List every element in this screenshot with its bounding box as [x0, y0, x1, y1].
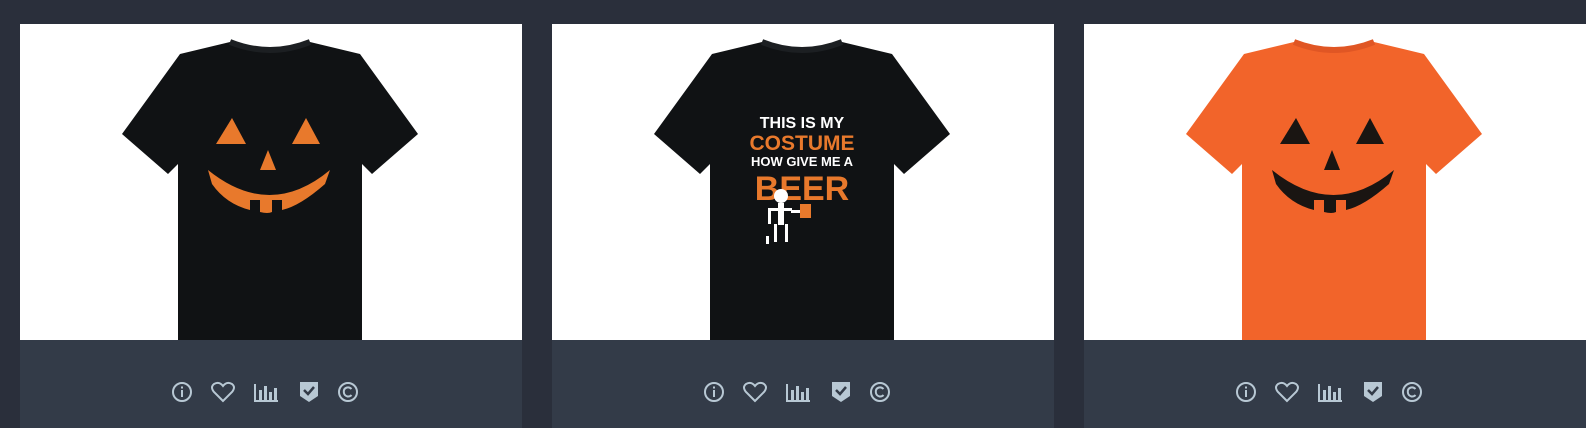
card-toolbar: [1084, 340, 1586, 428]
shield-check-icon[interactable]: [830, 380, 856, 406]
copyright-icon[interactable]: [868, 380, 894, 406]
heart-icon[interactable]: [210, 380, 236, 406]
info-icon[interactable]: [702, 380, 728, 406]
tshirt-black-beer-costume: THIS IS MY COSTUME HOW GIVE ME A BEER: [654, 39, 950, 340]
heart-icon[interactable]: [1274, 380, 1300, 406]
info-icon[interactable]: [1234, 380, 1260, 406]
heart-icon[interactable]: [742, 380, 768, 406]
print-text-line-4: BEER: [755, 170, 849, 208]
top-strip: [0, 0, 1586, 24]
card-toolbar: [20, 340, 522, 428]
info-icon[interactable]: [170, 380, 196, 406]
product-image[interactable]: [20, 24, 522, 340]
bar-chart-icon[interactable]: [1316, 380, 1342, 406]
print-text-line-1: THIS IS MY: [760, 115, 845, 132]
product-image[interactable]: [1084, 24, 1586, 340]
print-text-line-2: COSTUME: [750, 132, 855, 155]
product-card[interactable]: THIS IS MY COSTUME HOW GIVE ME A BEER: [552, 24, 1054, 428]
shield-check-icon[interactable]: [1362, 380, 1388, 406]
product-card[interactable]: [1084, 24, 1586, 428]
card-toolbar: [552, 340, 1054, 428]
shield-check-icon[interactable]: [298, 380, 324, 406]
copyright-icon[interactable]: [1400, 380, 1426, 406]
product-card[interactable]: [20, 24, 522, 428]
bar-chart-icon[interactable]: [784, 380, 810, 406]
print-text-line-3: HOW GIVE ME A: [751, 154, 854, 169]
tshirt-black-pumpkin: [122, 39, 418, 340]
bar-chart-icon[interactable]: [252, 380, 278, 406]
tshirt-orange-pumpkin: [1186, 39, 1482, 340]
product-image[interactable]: THIS IS MY COSTUME HOW GIVE ME A BEER: [552, 24, 1054, 340]
copyright-icon[interactable]: [336, 380, 362, 406]
